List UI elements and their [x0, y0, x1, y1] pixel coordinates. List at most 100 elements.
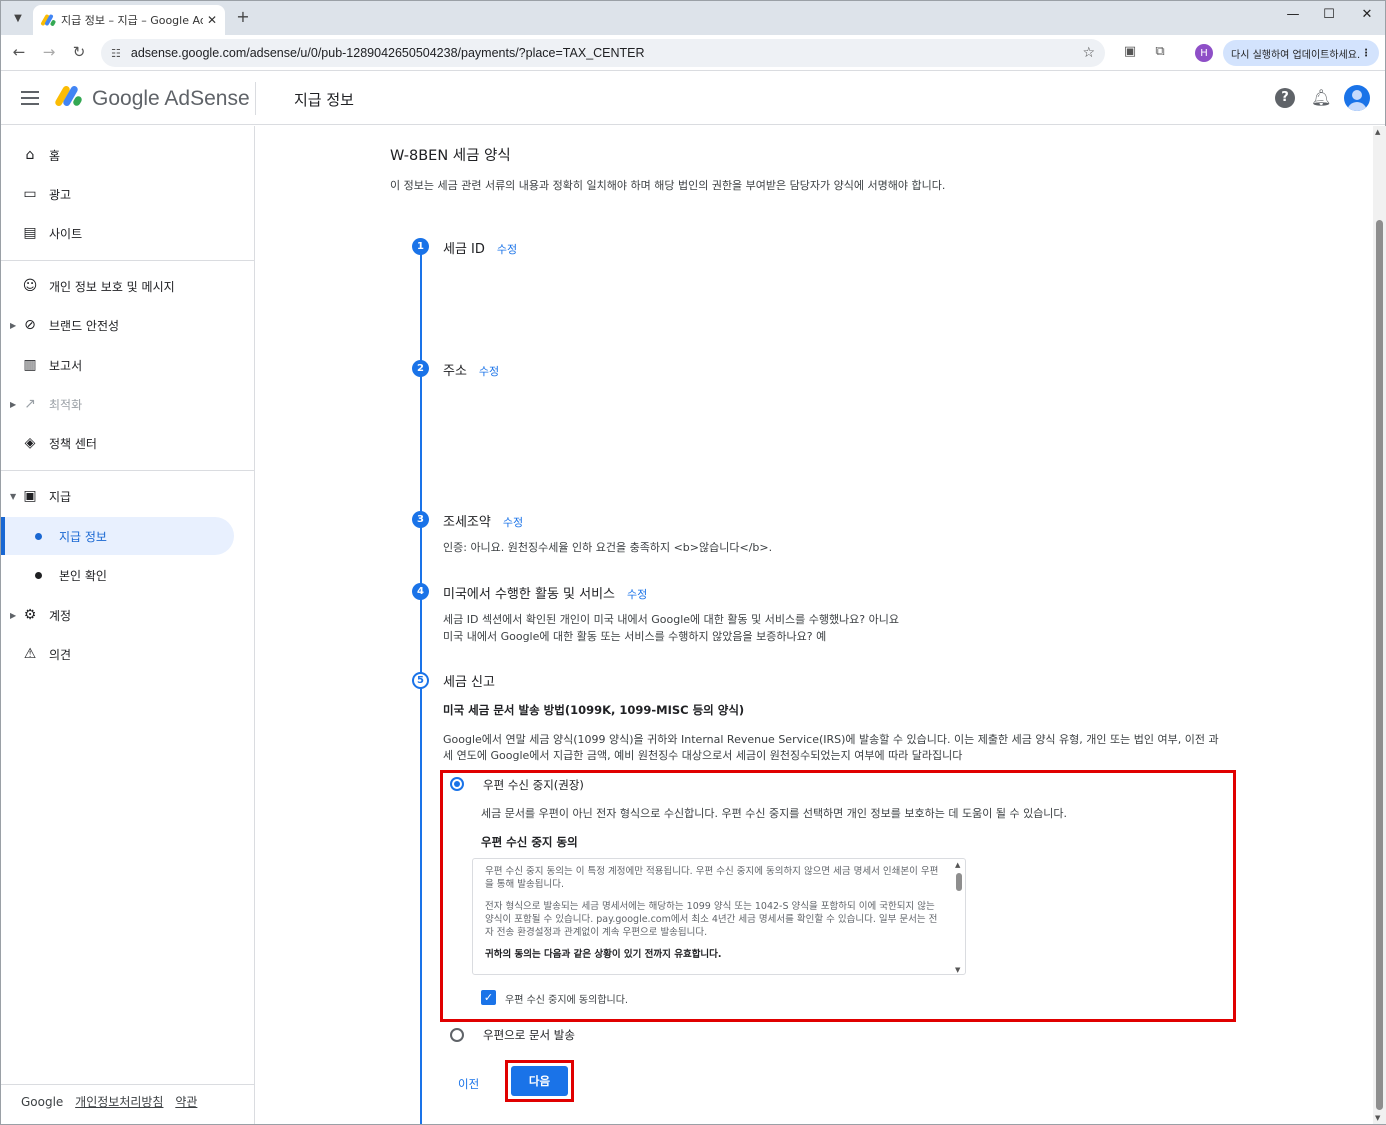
form-description: 이 정보는 세금 관련 서류의 내용과 정확히 일치해야 하며 해당 법인의 권… — [390, 179, 946, 192]
paperless-radio[interactable] — [450, 777, 464, 791]
sidebar-item-privacy-messaging[interactable]: ☺ 개인 정보 보호 및 메시지 — [1, 267, 254, 305]
edit-address-link[interactable]: 수정 — [479, 365, 499, 378]
previous-button[interactable]: 이전 — [456, 1074, 481, 1094]
reports-icon: ▥ — [23, 357, 37, 373]
consent-paragraph: 귀하의 동의는 다음과 같은 상황이 있기 전까지 유효합니다. — [485, 949, 722, 960]
sidebar-item-label: 홈 — [49, 148, 61, 163]
sidebar-item-feedback[interactable]: ⚠ 의견 — [1, 635, 254, 673]
collapse-caret-icon[interactable]: ▼ — [10, 492, 16, 501]
step-title-us-activities: 미국에서 수행한 활동 및 서비스 수정 — [443, 583, 647, 602]
scroll-thumb[interactable] — [1376, 220, 1383, 1110]
sidebar-item-label: 광고 — [49, 187, 72, 202]
step-title-tax-id: 세금 ID 수정 — [443, 238, 517, 257]
sidebar-divider — [1, 470, 254, 471]
browser-tab[interactable]: 지급 정보 – 지급 – Google Ad ✕ — [33, 5, 225, 35]
bookmark-star-icon[interactable]: ☆ — [1082, 45, 1095, 61]
sidebar-footer: Google 개인정보처리방침 약관 — [21, 1093, 197, 1110]
us-activities-answer-2: 미국 내에서 Google에 대한 활동 또는 서비스를 수행하지 않았음을 보… — [443, 630, 827, 643]
step-title-text: 미국에서 수행한 활동 및 서비스 — [443, 587, 616, 602]
account-avatar[interactable] — [1344, 85, 1370, 111]
form-title: W-8BEN 세금 양식 — [390, 148, 511, 164]
maximize-icon[interactable]: ☐ — [1319, 7, 1339, 22]
consent-text: 우편 수신 중지 동의는 이 특정 계정에만 적용됩니다. 우편 수신 중지에 … — [485, 865, 945, 970]
gear-icon: ⚙ — [23, 607, 37, 623]
expand-caret-icon[interactable]: ▶ — [10, 400, 16, 409]
sidebar-item-label: 사이트 — [49, 226, 83, 241]
back-icon[interactable]: ← — [9, 43, 29, 61]
edit-tax-id-link[interactable]: 수정 — [497, 243, 517, 256]
sidebar-item-reports[interactable]: ▥ 보고서 — [1, 346, 254, 384]
brand-name: Google AdSense — [92, 87, 250, 110]
adsense-favicon-icon — [40, 13, 57, 27]
next-button-highlight: 다음 — [505, 1060, 574, 1102]
mail-radio[interactable] — [450, 1028, 464, 1042]
update-button[interactable]: 다시 실행하여 업데이트하세요. ⋮ — [1223, 40, 1379, 66]
scroll-down-icon[interactable]: ▼ — [1375, 1114, 1380, 1122]
tab-close-icon[interactable]: ✕ — [207, 13, 217, 27]
more-menu-icon[interactable]: ⋮ — [1361, 48, 1371, 59]
sidebar-item-label: 정책 센터 — [49, 436, 97, 451]
sidebar-item-label: 계정 — [49, 608, 72, 623]
privacy-policy-link[interactable]: 개인정보처리방침 — [75, 1095, 163, 1109]
reload-icon[interactable]: ↻ — [69, 43, 89, 61]
step-title-tax-treaty: 조세조약 수정 — [443, 511, 523, 530]
sidebar-item-brand-safety[interactable]: ▶ ⊘ 브랜드 안전성 — [1, 306, 254, 344]
cast-icon[interactable]: ▣ — [1121, 44, 1139, 59]
extensions-icon[interactable]: ⧉ — [1151, 44, 1169, 59]
mail-option-label: 우편으로 문서 발송 — [483, 1028, 575, 1042]
consent-text-scrollbox[interactable]: 우편 수신 중지 동의는 이 특정 계정에만 적용됩니다. 우편 수신 중지에 … — [472, 858, 966, 975]
tab-search-icon[interactable]: ▼ — [7, 7, 29, 29]
sidebar-item-payments-info[interactable]: 지급 정보 — [1, 517, 234, 555]
sidebar-item-optimization[interactable]: ▶ ↗ 최적화 — [1, 385, 254, 423]
sidebar-item-identity-verification[interactable]: 본인 확인 — [1, 556, 254, 594]
terms-link[interactable]: 약관 — [175, 1095, 197, 1109]
step-title-text: 주소 — [443, 364, 467, 379]
sidebar-nav: ⌂ 홈 ▭ 광고 ▤ 사이트 ☺ 개인 정보 보호 및 메시지 ▶ ⊘ 브랜드 … — [1, 126, 255, 1124]
page-title: 지급 정보 — [294, 91, 354, 109]
consent-scrollbar[interactable]: ▲ ▼ — [953, 859, 965, 974]
main-menu-icon[interactable] — [21, 91, 39, 105]
profile-avatar[interactable]: H — [1195, 44, 1213, 62]
edit-us-activities-link[interactable]: 수정 — [627, 588, 647, 601]
browser-tab-bar: ▼ 지급 정보 – 지급 – Google Ad ✕ + — ☐ ✕ — [1, 1, 1385, 35]
step-number-badge: 5 — [412, 672, 429, 689]
next-button[interactable]: 다음 — [511, 1066, 568, 1096]
forward-icon[interactable]: → — [39, 43, 59, 61]
step-title-address: 주소 수정 — [443, 360, 499, 379]
scroll-down-icon[interactable]: ▼ — [955, 966, 960, 974]
new-tab-icon[interactable]: + — [233, 7, 253, 26]
minimize-icon[interactable]: — — [1283, 7, 1303, 22]
sidebar-item-payments[interactable]: ▼ ▣ 지급 — [1, 477, 254, 515]
sidebar-item-account[interactable]: ▶ ⚙ 계정 — [1, 596, 254, 634]
edit-tax-treaty-link[interactable]: 수정 — [503, 516, 523, 529]
expand-caret-icon[interactable]: ▶ — [10, 611, 16, 620]
delivery-method-heading: 미국 세금 문서 발송 방법(1099K, 1099-MISC 등의 양식) — [443, 703, 745, 717]
main-scrollbar[interactable]: ▲ ▼ — [1373, 126, 1386, 1124]
help-icon[interactable]: ? — [1275, 88, 1295, 108]
browser-toolbar: ← → ↻ ☷ adsense.google.com/adsense/u/0/p… — [1, 35, 1385, 71]
notifications-bell-icon[interactable]: 🔔︎ — [1311, 88, 1331, 108]
address-bar[interactable]: ☷ adsense.google.com/adsense/u/0/pub-128… — [101, 39, 1105, 67]
scroll-up-icon[interactable]: ▲ — [955, 861, 960, 869]
header-divider — [255, 82, 256, 115]
sidebar-item-label: 브랜드 안전성 — [49, 318, 120, 333]
sidebar-item-sites[interactable]: ▤ 사이트 — [1, 214, 254, 252]
sidebar-item-policy-center[interactable]: ◈ 정책 센터 — [1, 424, 254, 462]
step-number-badge: 3 — [412, 511, 429, 528]
scroll-thumb[interactable] — [956, 873, 962, 891]
app-header: Google AdSense 지급 정보 ? 🔔︎ — [1, 72, 1385, 125]
sidebar-item-home[interactable]: ⌂ 홈 — [1, 136, 254, 174]
step-title-tax-reporting: 세금 신고 — [443, 675, 495, 690]
paperless-consent-checkbox[interactable]: ✓ — [481, 990, 496, 1005]
sidebar-item-label: 보고서 — [49, 358, 83, 373]
window-close-icon[interactable]: ✕ — [1357, 7, 1377, 22]
home-icon: ⌂ — [25, 147, 35, 163]
scroll-up-icon[interactable]: ▲ — [1375, 128, 1380, 136]
step-title-text: 세금 ID — [443, 242, 485, 257]
feedback-icon: ⚠ — [23, 646, 37, 662]
site-info-icon[interactable]: ☷ — [111, 47, 121, 60]
sidebar-item-ads[interactable]: ▭ 광고 — [1, 175, 254, 213]
expand-caret-icon[interactable]: ▶ — [10, 321, 16, 330]
bullet-icon — [35, 571, 42, 579]
person-settings-icon: ☺ — [22, 278, 38, 294]
